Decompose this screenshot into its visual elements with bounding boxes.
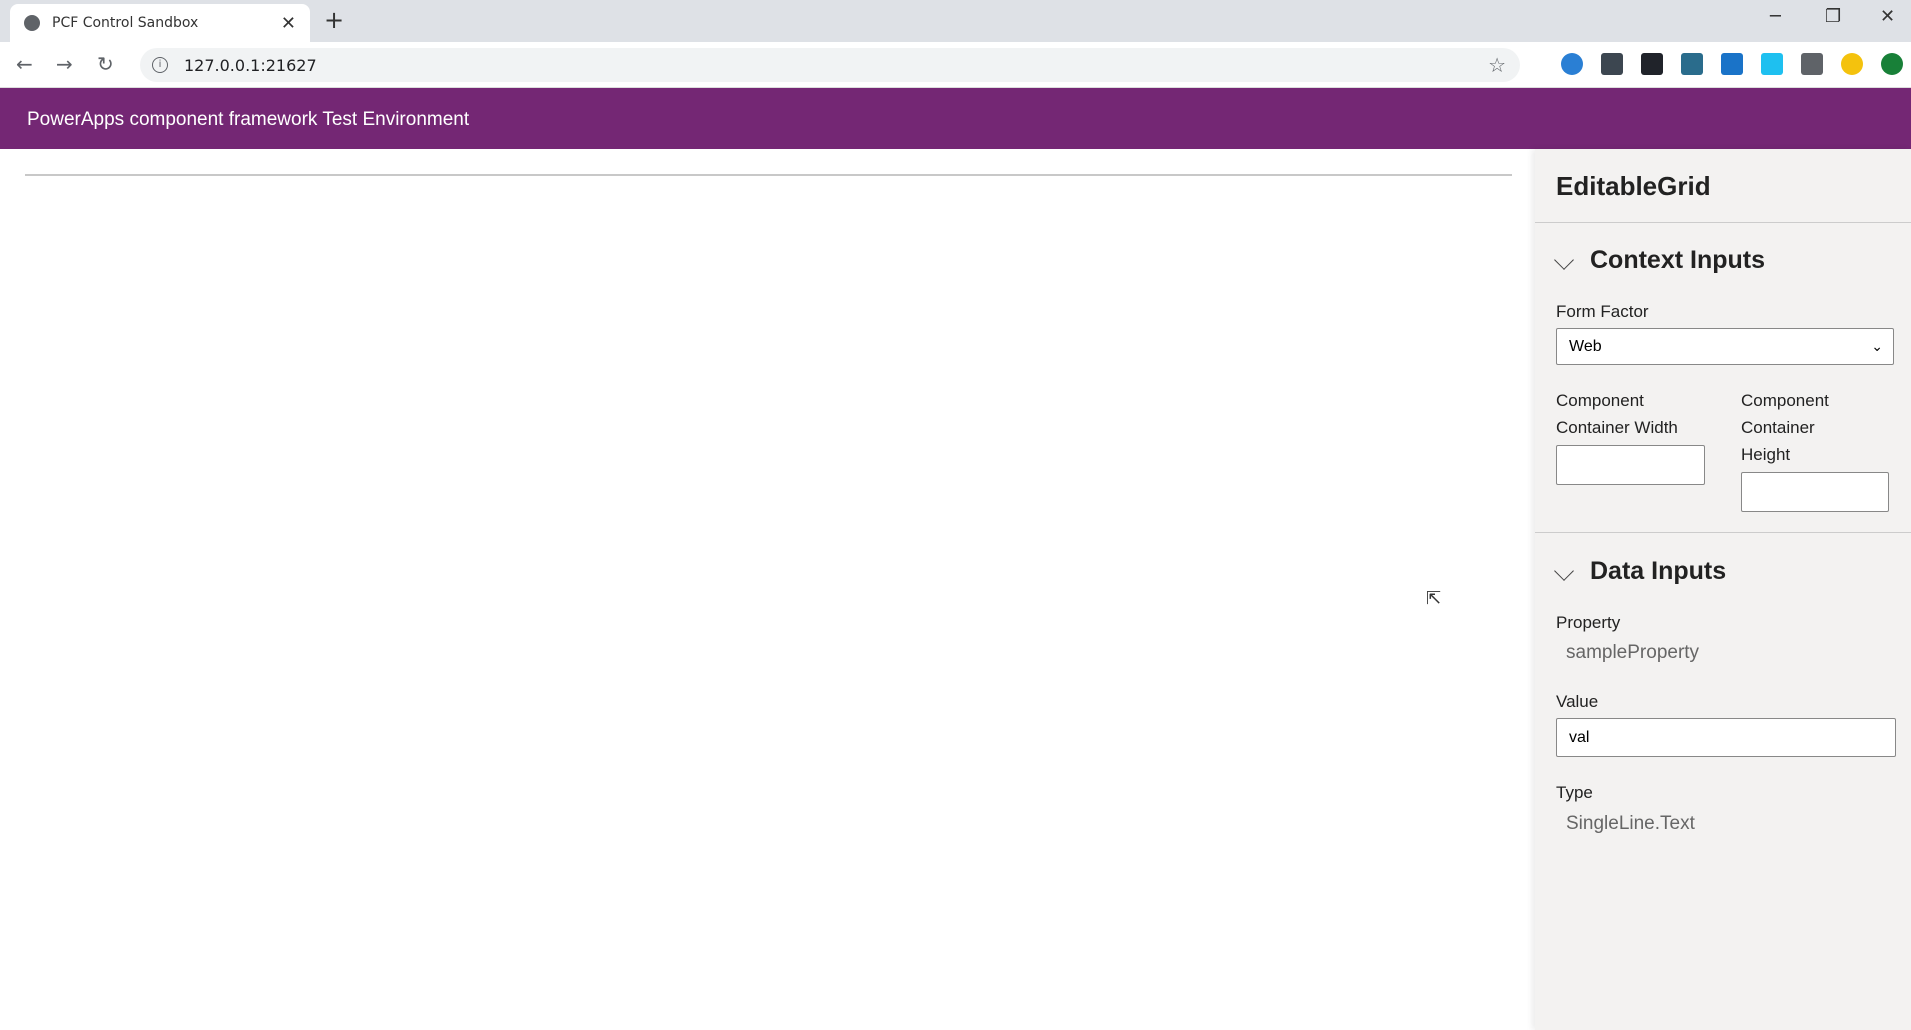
address-bar[interactable]: i 127.0.0.1:21627 ☆	[140, 48, 1520, 82]
url-text: 127.0.0.1:21627	[184, 55, 317, 75]
reload-icon[interactable]: ↻	[97, 52, 114, 76]
profile-avatar-icon[interactable]	[1841, 53, 1863, 75]
back-icon[interactable]: ←	[16, 52, 33, 76]
type-value: SingleLine.Text	[1566, 813, 1695, 834]
mouse-cursor-icon: ⇱	[1426, 588, 1442, 609]
bookmark-star-icon[interactable]: ☆	[1488, 53, 1506, 77]
json-viewer-icon[interactable]	[1681, 53, 1703, 75]
value-input[interactable]: val	[1556, 718, 1896, 757]
app-header: PowerApps component framework Test Envir…	[0, 88, 1911, 149]
new-tab-button[interactable]: +	[324, 6, 344, 34]
globe-icon	[24, 15, 40, 31]
chevron-down-icon: ⌄	[1871, 338, 1883, 354]
form-factor-select[interactable]: Web ⌄	[1556, 328, 1894, 365]
minimize-icon[interactable]: ─	[1770, 6, 1781, 27]
height-label: Component Container Height	[1741, 391, 1829, 464]
value-label: Value	[1556, 692, 1599, 711]
update-icon[interactable]	[1881, 53, 1903, 75]
divider	[1535, 222, 1911, 223]
close-window-icon[interactable]: ✕	[1880, 6, 1895, 27]
windows-icon[interactable]	[1761, 53, 1783, 75]
control-area-divider	[25, 174, 1512, 176]
s-extension-icon[interactable]	[1721, 53, 1743, 75]
form-factor-value: Web	[1569, 337, 1602, 355]
react-devtools-icon[interactable]	[1641, 53, 1663, 75]
panel-title: EditableGrid	[1556, 171, 1711, 201]
info-icon[interactable]: i	[152, 57, 168, 73]
form-factor-label: Form Factor	[1556, 302, 1649, 321]
width-label: Component Container Width	[1556, 391, 1678, 437]
context-inputs-heading[interactable]: Context Inputs	[1590, 246, 1765, 275]
close-tab-icon[interactable]: ✕	[281, 13, 296, 34]
tab-title: PCF Control Sandbox	[52, 15, 199, 31]
restore-icon[interactable]: ❐	[1825, 6, 1841, 27]
container-height-input[interactable]	[1741, 472, 1889, 512]
property-label: Property	[1556, 613, 1621, 632]
type-label: Type	[1556, 783, 1593, 802]
data-inputs-heading[interactable]: Data Inputs	[1590, 557, 1726, 586]
divider	[1535, 532, 1911, 533]
browser-tab[interactable]: PCF Control Sandbox ✕	[10, 4, 310, 42]
chevron-down-icon[interactable]	[1554, 561, 1574, 581]
property-value: sampleProperty	[1566, 642, 1700, 663]
properties-panel: EditableGrid Context Inputs Form Factor …	[1535, 149, 1911, 1030]
password-manager-icon[interactable]	[1601, 53, 1623, 75]
forward-icon[interactable]: →	[56, 52, 73, 76]
globe-sync-icon[interactable]	[1561, 53, 1583, 75]
container-width-input[interactable]	[1556, 445, 1705, 485]
app-title: PowerApps component framework Test Envir…	[27, 109, 470, 130]
puzzle-icon[interactable]	[1801, 53, 1823, 75]
chevron-down-icon[interactable]	[1554, 250, 1574, 270]
